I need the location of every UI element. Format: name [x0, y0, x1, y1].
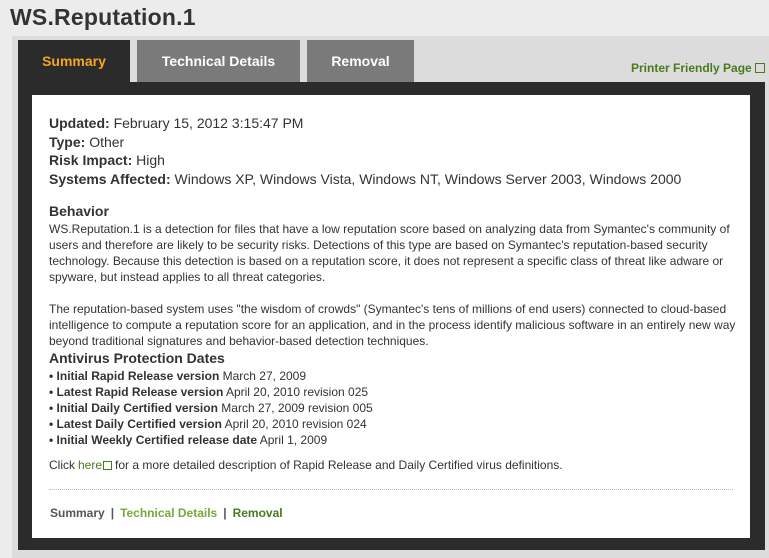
list-item: Latest Daily Certified version April 20,… [49, 416, 373, 432]
list-item: Initial Weekly Certified release date Ap… [49, 432, 373, 448]
external-link-icon [103, 460, 113, 470]
bottom-nav: Summary | Technical Details | Removal [50, 506, 283, 520]
updated-row: Updated: February 15, 2012 3:15:47 PM [49, 115, 304, 131]
nav-separator: | [110, 506, 115, 520]
divider [49, 489, 733, 490]
systems-row: Systems Affected: Windows XP, Windows Vi… [49, 170, 682, 187]
tab-summary[interactable]: Summary [18, 40, 130, 82]
tab-removal[interactable]: Removal [307, 40, 414, 82]
protection-dates-list: Initial Rapid Release version March 27, … [49, 368, 373, 448]
nav-separator: | [223, 506, 227, 520]
threat-meta: Updated: February 15, 2012 3:15:47 PM Ty… [49, 114, 681, 188]
type-row: Type: Other [49, 133, 125, 150]
here-link[interactable]: here [78, 458, 115, 472]
definitions-note: Click here for a more detailed descripti… [49, 458, 563, 472]
bottom-nav-technical-details[interactable]: Technical Details [120, 506, 217, 520]
list-item: Latest Rapid Release version April 20, 2… [49, 384, 373, 400]
protection-dates-heading: Antivirus Protection Dates [49, 350, 225, 366]
bottom-nav-removal[interactable]: Removal [233, 506, 283, 520]
behavior-heading: Behavior [49, 203, 109, 219]
behavior-paragraph-1: WS.Reputation.1 is a detection for files… [49, 222, 730, 284]
risk-row: Risk Impact: High [49, 152, 165, 168]
list-item: Initial Rapid Release version March 27, … [49, 368, 373, 384]
page-title: WS.Reputation.1 [10, 4, 196, 30]
bottom-nav-summary[interactable]: Summary [50, 506, 105, 520]
printer-friendly-label: Printer Friendly Page [631, 61, 752, 75]
list-item: Initial Daily Certified version March 27… [49, 400, 373, 416]
external-link-icon [754, 63, 765, 73]
printer-friendly-link[interactable]: Printer Friendly Page [631, 61, 765, 75]
behavior-paragraph-2: The reputation-based system uses "the wi… [49, 302, 736, 348]
tab-technical-details[interactable]: Technical Details [137, 40, 300, 82]
